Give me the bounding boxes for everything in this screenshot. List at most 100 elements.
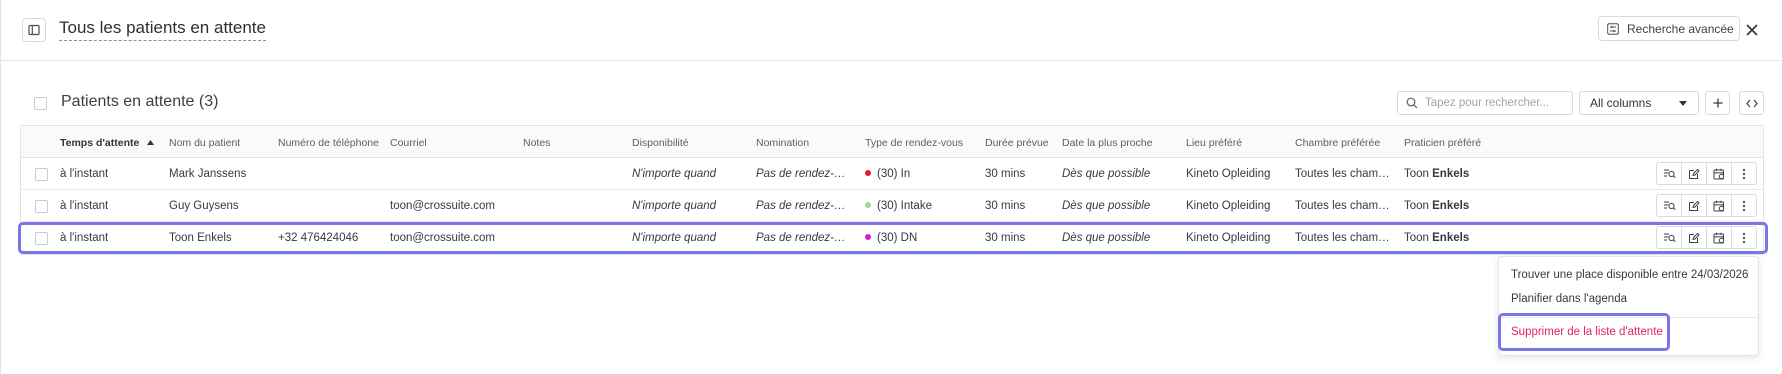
cell-availability: N'importe quand — [632, 200, 717, 212]
cell-patient-name: Toon Enkels — [169, 232, 232, 244]
cell-wait-time: à l'instant — [60, 200, 109, 212]
col-room[interactable]: Chambre préférée — [1295, 137, 1380, 149]
col-notes[interactable]: Notes — [523, 137, 550, 149]
find-slot-button[interactable] — [1656, 162, 1682, 185]
advanced-search-button[interactable]: Recherche avancée — [1598, 16, 1740, 41]
col-practitioner[interactable]: Praticien préféré — [1404, 137, 1481, 149]
col-nomination[interactable]: Nomination — [756, 137, 809, 149]
page-title[interactable]: Tous les patients en attente — [59, 18, 266, 41]
table-row[interactable]: à l'instant Mark Janssens N'importe quan… — [21, 158, 1763, 190]
toggle-sidebar-button[interactable] — [22, 18, 46, 42]
cell-patient-name: Mark Janssens — [169, 168, 247, 180]
sidebar-icon — [28, 24, 40, 36]
cell-email: toon@crossuite.com — [390, 200, 495, 212]
schedule-button[interactable] — [1706, 162, 1732, 185]
edit-button[interactable] — [1681, 194, 1707, 217]
search-input[interactable] — [1425, 97, 1565, 109]
col-appointment-type[interactable]: Type de rendez-vous — [865, 137, 963, 149]
more-vertical-icon — [1742, 168, 1746, 179]
cell-phone: +32 476424046 — [278, 232, 359, 244]
find-slot-button[interactable] — [1656, 226, 1682, 249]
table-row-selected[interactable]: à l'instant Toon Enkels +32 476424046 to… — [18, 222, 1768, 254]
appointment-type-label: (30) In — [877, 168, 911, 180]
col-patient-name[interactable]: Nom du patient — [169, 137, 240, 149]
sliders-icon — [1607, 22, 1619, 35]
caret-down-icon — [1679, 100, 1687, 106]
cell-patient-name: Guy Guysens — [169, 200, 239, 212]
code-icon — [1745, 99, 1758, 107]
cell-nomination: Pas de rendez-vous — [756, 232, 851, 244]
cell-nomination: Pas de rendez-vous — [756, 200, 851, 212]
appointment-type-label: (30) DN — [877, 232, 918, 244]
cell-email: toon@crossuite.com — [390, 232, 495, 244]
select-all-checkbox[interactable] — [34, 97, 47, 110]
row-context-menu: Trouver une place disponible entre 24/03… — [1498, 256, 1759, 356]
type-color-dot — [865, 202, 871, 208]
cell-duration: 30 mins — [985, 232, 1026, 244]
edit-icon — [1689, 232, 1700, 243]
add-button[interactable] — [1705, 91, 1730, 115]
cell-practitioner: Toon Enkels — [1404, 232, 1469, 244]
menu-item-schedule[interactable]: Planifier dans l'agenda — [1511, 293, 1627, 305]
calendar-icon — [1713, 232, 1725, 243]
panel-header: Tous les patients en attente Recherche a… — [1, 0, 1782, 61]
practitioner-first: Toon — [1404, 232, 1429, 244]
col-phone[interactable]: Numéro de téléphone — [278, 137, 379, 149]
appointment-type-label: (30) Intake — [877, 200, 932, 212]
practitioner-last: Enkels — [1432, 200, 1470, 212]
col-wait-time-label: Temps d'attente — [60, 137, 140, 149]
cell-availability: N'importe quand — [632, 232, 717, 244]
more-button[interactable] — [1731, 162, 1757, 185]
cell-wait-time: à l'instant — [60, 232, 109, 244]
cell-practitioner: Toon Enkels — [1404, 168, 1469, 180]
more-button[interactable] — [1731, 226, 1757, 249]
cell-nearest-date: Dès que possible — [1062, 200, 1151, 212]
cell-duration: 30 mins — [985, 200, 1026, 212]
more-vertical-icon — [1742, 200, 1746, 211]
col-location[interactable]: Lieu préféré — [1186, 137, 1242, 149]
search-icon — [1406, 97, 1418, 109]
column-filter-value: All columns — [1590, 96, 1652, 110]
col-wait-time[interactable]: Temps d'attente — [60, 137, 155, 149]
col-duration[interactable]: Durée prévue — [985, 137, 1049, 149]
edit-button[interactable] — [1681, 162, 1707, 185]
menu-item-find-slot[interactable]: Trouver une place disponible entre 24/03… — [1511, 269, 1748, 281]
type-color-dot — [865, 234, 871, 240]
schedule-button[interactable] — [1706, 194, 1732, 217]
more-button[interactable] — [1731, 194, 1757, 217]
row-actions — [1656, 162, 1757, 185]
cell-nearest-date: Dès que possible — [1062, 168, 1151, 180]
column-filter-select[interactable]: All columns — [1579, 91, 1699, 115]
row-checkbox[interactable] — [35, 200, 48, 213]
table-row[interactable]: à l'instant Guy Guysens toon@crossuite.c… — [21, 190, 1763, 222]
find-slot-icon — [1663, 169, 1676, 178]
table-header: Temps d'attente Nom du patient Numéro de… — [21, 126, 1763, 158]
col-availability[interactable]: Disponibilité — [632, 137, 689, 149]
more-vertical-icon — [1742, 232, 1746, 243]
embed-code-button[interactable] — [1739, 91, 1764, 115]
cell-room: Toutes les chambres — [1295, 232, 1390, 244]
find-slot-icon — [1663, 233, 1676, 242]
practitioner-first: Toon — [1404, 168, 1429, 180]
row-actions — [1656, 194, 1757, 217]
col-nearest-date[interactable]: Date la plus proche — [1062, 137, 1152, 149]
waitlist-table: Temps d'attente Nom du patient Numéro de… — [18, 125, 1768, 255]
search-box[interactable] — [1397, 91, 1573, 115]
find-slot-button[interactable] — [1656, 194, 1682, 217]
menu-item-remove[interactable]: Supprimer de la liste d'attente — [1498, 313, 1670, 351]
col-email[interactable]: Courriel — [390, 137, 427, 149]
row-checkbox[interactable] — [35, 168, 48, 181]
cell-nomination: Pas de rendez-vous — [756, 168, 851, 180]
row-checkbox[interactable] — [35, 232, 48, 245]
cell-availability: N'importe quand — [632, 168, 717, 180]
edit-button[interactable] — [1681, 226, 1707, 249]
practitioner-last: Enkels — [1432, 168, 1470, 180]
sort-asc-icon — [147, 140, 155, 145]
cell-location: Kineto Opleiding — [1186, 200, 1271, 212]
advanced-search-label: Recherche avancée — [1627, 21, 1734, 36]
cell-appointment-type: (30) Intake — [865, 200, 932, 212]
schedule-button[interactable] — [1706, 226, 1732, 249]
edit-icon — [1689, 168, 1700, 179]
cell-location: Kineto Opleiding — [1186, 168, 1271, 180]
close-button[interactable] — [1740, 19, 1764, 41]
